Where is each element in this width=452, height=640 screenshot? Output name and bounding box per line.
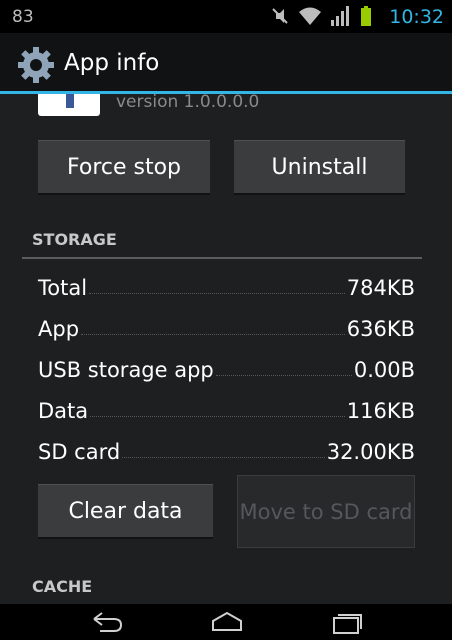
page-title: App info — [64, 50, 160, 76]
storage-label: Total — [38, 276, 88, 300]
wifi-icon — [298, 6, 322, 26]
storage-label: USB storage app — [38, 358, 214, 382]
storage-label: App — [38, 317, 80, 341]
storage-row-total: Total 784KB — [38, 270, 415, 300]
back-icon[interactable] — [90, 610, 124, 638]
clear-data-button[interactable]: Clear data — [38, 484, 213, 537]
recent-apps-icon[interactable] — [330, 610, 364, 638]
signal-icon — [330, 6, 352, 26]
action-bar: App info — [0, 33, 452, 94]
app-icon — [38, 94, 100, 116]
force-stop-button[interactable]: Force stop — [38, 140, 210, 193]
move-to-sd-button[interactable]: Move to SD card — [237, 475, 415, 548]
settings-gear-icon[interactable] — [16, 45, 56, 89]
storage-label: SD card — [38, 440, 121, 464]
storage-value: 0.00B — [353, 358, 415, 382]
storage-label: Data — [38, 399, 89, 423]
uninstall-button[interactable]: Uninstall — [234, 140, 405, 193]
storage-row-usb: USB storage app 0.00B — [38, 352, 415, 382]
storage-row-sd-card: SD card 32.00KB — [38, 434, 415, 464]
app-info-content: version 1.0.0.0.0 Force stop Uninstall S… — [0, 94, 452, 604]
mute-icon — [270, 6, 290, 26]
storage-value: 116KB — [346, 399, 415, 423]
status-icons — [270, 6, 372, 26]
notification-count: 83 — [12, 7, 34, 27]
navigation-bar — [0, 604, 452, 640]
storage-divider — [22, 257, 422, 259]
storage-value: 32.00KB — [326, 440, 415, 464]
storage-row-data: Data 116KB — [38, 393, 415, 423]
storage-value: 636KB — [346, 317, 415, 341]
status-bar: 83 10:32 — [0, 0, 452, 33]
storage-value: 784KB — [346, 276, 415, 300]
clock: 10:32 — [389, 6, 444, 28]
storage-row-app: App 636KB — [38, 311, 415, 341]
app-version: version 1.0.0.0.0 — [116, 94, 260, 112]
storage-header: STORAGE — [32, 230, 117, 249]
home-icon[interactable] — [210, 610, 244, 638]
cache-header: CACHE — [32, 577, 93, 596]
battery-icon — [360, 6, 372, 26]
